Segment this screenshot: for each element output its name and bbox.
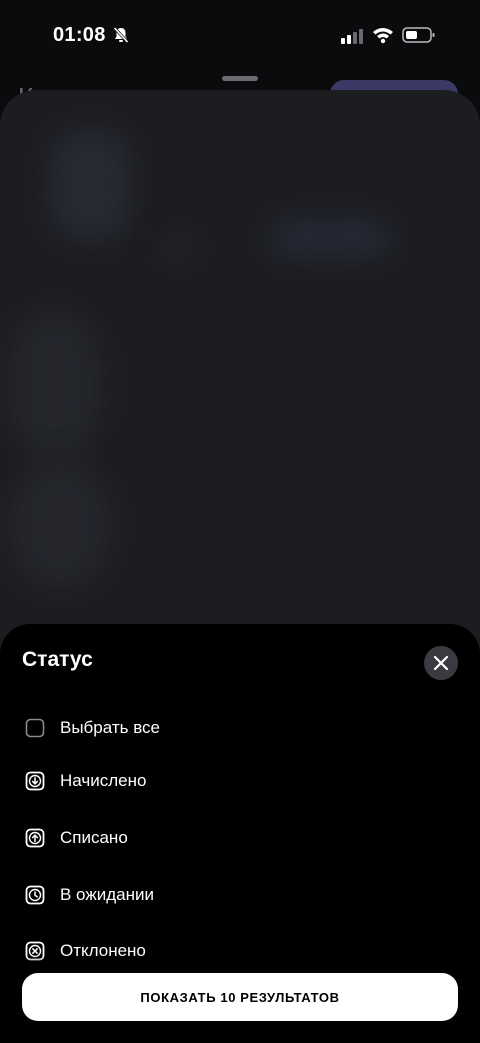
close-button[interactable]: [424, 646, 458, 680]
blurred-content: [160, 240, 196, 254]
underlying-sheet: [0, 90, 480, 710]
wifi-icon: [373, 28, 393, 44]
sheet-grabber[interactable]: [222, 76, 258, 81]
option-label: В ожидании: [60, 885, 154, 904]
status-time: 01:08: [53, 24, 106, 46]
blurred-content: [50, 130, 130, 240]
option-pending[interactable]: В ожидании: [22, 879, 442, 911]
sheet-title: Статус: [22, 648, 93, 671]
status-bar: 01:08: [0, 0, 480, 70]
arrow-up-square-icon: [24, 827, 46, 849]
blurred-content: [10, 460, 110, 590]
checkbox-empty-icon[interactable]: [24, 717, 46, 739]
status-filter-sheet: Статус Выбрать все Начислено Списано В о…: [0, 624, 480, 1043]
battery-icon: [402, 27, 435, 43]
close-icon: [433, 655, 449, 671]
bell-slash-icon: [113, 26, 129, 44]
option-label: Выбрать все: [60, 718, 160, 737]
option-debited[interactable]: Списано: [22, 822, 442, 854]
clock-square-icon: [24, 884, 46, 906]
arrow-down-square-icon: [24, 770, 46, 792]
show-results-button[interactable]: ПОКАЗАТЬ 10 РЕЗУЛЬТАТОВ: [22, 973, 458, 1021]
blurred-content: [10, 310, 100, 460]
option-credited[interactable]: Начислено: [22, 765, 442, 797]
option-label: Начислено: [60, 771, 147, 790]
cellular-signal-icon: [341, 29, 363, 44]
option-select-all[interactable]: Выбрать все: [22, 712, 442, 744]
blurred-content: [270, 220, 390, 256]
option-label: Списано: [60, 828, 128, 847]
